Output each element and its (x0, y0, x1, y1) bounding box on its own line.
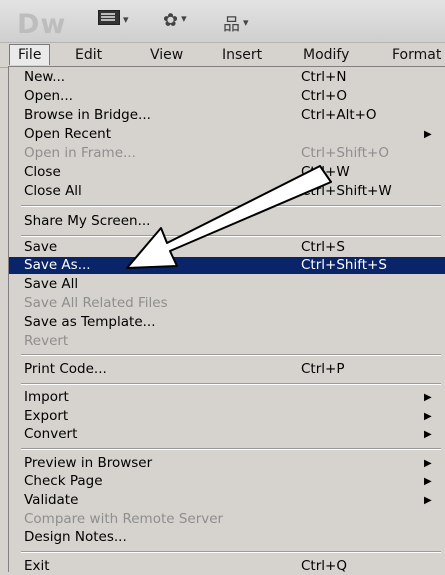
dreamweaver-logo: Dw (17, 9, 67, 40)
menu-item-check-page[interactable]: Check Page ▶ (9, 473, 445, 490)
menu-item-share-my-screen[interactable]: Share My Screen... (9, 213, 445, 230)
menu-item-label: Save All Related Files (24, 295, 168, 311)
menu-format[interactable]: Format (392, 47, 441, 63)
menu-item-shortcut: Ctrl+Shift+O (301, 145, 389, 161)
menu-item-label: Open in Frame... (24, 145, 136, 161)
menu-item-print-code[interactable]: Print Code... Ctrl+P (9, 361, 445, 378)
menu-item-label: Design Notes... (24, 529, 127, 545)
menu-file[interactable]: File (9, 44, 51, 65)
menu-item-label: New... (24, 69, 66, 85)
menu-item-shortcut: Ctrl+Shift+S (301, 257, 387, 273)
menu-item-browse-in-bridge[interactable]: Browse in Bridge... Ctrl+Alt+O (9, 107, 445, 124)
file-menu-dropdown: New... Ctrl+N Open... Ctrl+O Browse in B… (8, 66, 445, 575)
menu-item-label: Browse in Bridge... (24, 107, 151, 123)
menu-item-design-notes[interactable]: Design Notes... (9, 529, 445, 546)
gear-icon: ✿ (163, 10, 179, 31)
menu-item-save-as[interactable]: Save As... Ctrl+Shift+S (9, 257, 445, 274)
submenu-arrow-icon: ▶ (424, 495, 432, 506)
menu-separator (21, 383, 441, 385)
menu-separator (21, 448, 441, 450)
menu-bar: File Edit View Insert Modify Format (0, 43, 445, 68)
menu-item-label: Check Page (24, 473, 103, 489)
menu-item-shortcut: Ctrl+P (301, 361, 345, 377)
menu-item-label: Close All (24, 183, 82, 199)
menu-item-label: Exit (24, 558, 50, 574)
menu-item-label: Save As... (24, 257, 91, 273)
menu-item-shortcut: Ctrl+Shift+W (301, 183, 392, 199)
submenu-arrow-icon: ▶ (424, 429, 432, 440)
menu-item-label: Print Code... (24, 361, 107, 377)
menu-item-new[interactable]: New... Ctrl+N (9, 69, 445, 86)
menu-item-label: Compare with Remote Server (24, 511, 224, 527)
menu-item-open-in-frame: Open in Frame... Ctrl+Shift+O (9, 145, 445, 162)
menu-item-shortcut: Ctrl+Q (301, 558, 347, 574)
menu-item-label: Validate (24, 492, 79, 508)
menu-separator (21, 354, 441, 356)
menu-item-save-as-template[interactable]: Save as Template... (9, 314, 445, 331)
menu-item-convert[interactable]: Convert ▶ (9, 426, 445, 443)
menu-modify[interactable]: Modify (303, 47, 349, 63)
menu-item-exit[interactable]: Exit Ctrl+Q (9, 558, 445, 575)
menu-item-revert: Revert (9, 333, 445, 350)
menu-item-label: Revert (24, 333, 69, 349)
layout-icon (98, 10, 120, 25)
menu-item-import[interactable]: Import ▶ (9, 389, 445, 406)
menu-item-close[interactable]: Close Ctrl+W (9, 164, 445, 181)
menu-item-save-all[interactable]: Save All (9, 276, 445, 293)
menu-view[interactable]: View (150, 47, 183, 63)
submenu-arrow-icon: ▶ (424, 411, 432, 422)
menu-item-label: Save All (24, 276, 79, 292)
menu-item-label: Close (24, 164, 61, 180)
menu-item-label: Open... (24, 88, 73, 104)
menu-item-label: Share My Screen... (24, 213, 151, 229)
menu-item-label: Convert (24, 426, 78, 442)
menu-item-label: Save as Template... (24, 314, 156, 330)
menu-item-label: Export (24, 408, 69, 424)
menu-item-open-recent[interactable]: Open Recent ▶ (9, 126, 445, 143)
submenu-arrow-icon: ▶ (424, 476, 432, 487)
chevron-down-icon: ▾ (243, 16, 249, 29)
menu-item-label: Preview in Browser (24, 455, 153, 471)
layout-switcher-button[interactable]: ▾ (98, 10, 129, 32)
site-icon: 品 (223, 15, 240, 35)
site-button[interactable]: 品 ▾ (223, 10, 249, 35)
menu-item-shortcut: Ctrl+N (301, 69, 347, 85)
extend-dreamweaver-button[interactable]: ✿ ▾ (163, 10, 187, 32)
menu-item-preview-in-browser[interactable]: Preview in Browser ▶ (9, 455, 445, 472)
menu-separator (21, 551, 441, 553)
chevron-down-icon: ▾ (181, 12, 187, 25)
menu-item-save[interactable]: Save Ctrl+S (9, 239, 445, 256)
submenu-arrow-icon: ▶ (424, 129, 432, 140)
submenu-arrow-icon: ▶ (424, 392, 432, 403)
menu-edit[interactable]: Edit (75, 47, 102, 63)
menu-item-export[interactable]: Export ▶ (9, 408, 445, 425)
menu-item-open[interactable]: Open... Ctrl+O (9, 88, 445, 105)
menu-item-shortcut: Ctrl+O (301, 88, 347, 104)
app-toolbar: Dw ▾ ✿ ▾ 品 ▾ (0, 0, 445, 43)
chevron-down-icon: ▾ (123, 13, 129, 26)
menu-separator (21, 205, 441, 207)
menu-item-shortcut: Ctrl+S (301, 239, 345, 255)
menu-separator (21, 235, 441, 237)
menu-item-save-all-related-files: Save All Related Files (9, 295, 445, 312)
menu-item-shortcut: Ctrl+W (301, 164, 350, 180)
menu-item-compare-with-remote-server: Compare with Remote Server (9, 511, 445, 528)
menu-item-label: Import (24, 389, 69, 405)
menu-item-validate[interactable]: Validate ▶ (9, 492, 445, 509)
menu-insert[interactable]: Insert (222, 47, 262, 63)
menu-item-close-all[interactable]: Close All Ctrl+Shift+W (9, 183, 445, 200)
menu-item-shortcut: Ctrl+Alt+O (301, 107, 377, 123)
menu-item-label: Save (24, 239, 58, 255)
submenu-arrow-icon: ▶ (424, 458, 432, 469)
menu-item-label: Open Recent (24, 126, 112, 142)
